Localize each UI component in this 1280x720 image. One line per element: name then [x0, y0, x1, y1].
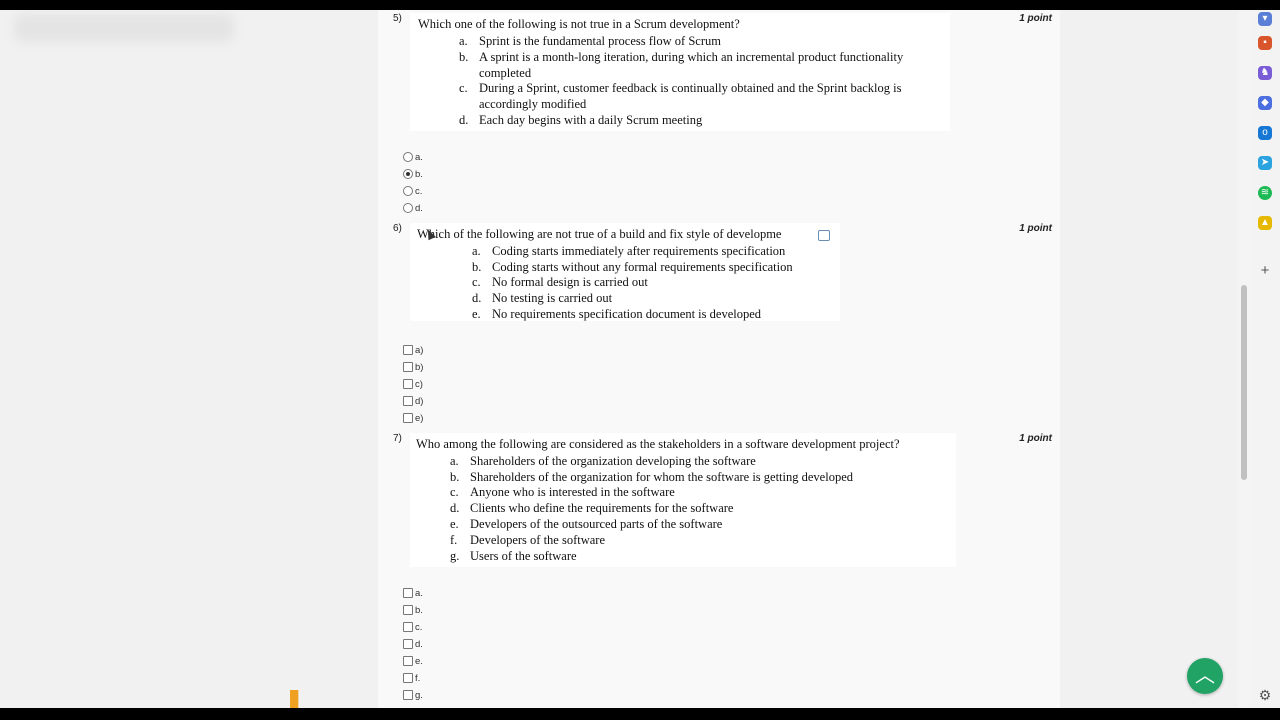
question-points: 1 point [1019, 433, 1052, 444]
checkbox[interactable] [403, 690, 413, 700]
choice-b[interactable]: b. [403, 167, 423, 181]
overlay-banner-text: L [286, 686, 314, 708]
window-bottom-bar [0, 708, 1280, 720]
add-icon[interactable]: + [1258, 263, 1272, 278]
option-b: b. Coding starts without any formal requi… [472, 260, 793, 274]
checkbox[interactable] [403, 622, 413, 632]
choice-g[interactable]: g. [403, 688, 423, 702]
radio-button[interactable] [403, 203, 413, 213]
option-c: c. During a Sprint, customer feedback is… [459, 81, 902, 111]
checkbox[interactable] [403, 413, 413, 423]
question-points: 1 point [1019, 13, 1052, 24]
option-a: a. Sprint is the fundamental process flo… [459, 34, 721, 48]
settings-icon[interactable]: ⚙ [1258, 688, 1272, 702]
option-d: d. No testing is carried out [472, 291, 613, 305]
radio-button-selected[interactable] [403, 169, 413, 179]
page-scrollbar[interactable] [1238, 10, 1250, 708]
briefcase-icon[interactable]: ▪ [1258, 36, 1272, 50]
checkbox[interactable] [403, 345, 413, 355]
chevron-up-icon: ︿ [1195, 665, 1215, 687]
spotify-icon[interactable]: ≋ [1258, 186, 1272, 200]
scrollbar-thumb[interactable] [1241, 285, 1247, 480]
question-points: 1 point [1019, 223, 1052, 234]
browser-sidebar: ▾ ▪ ♞ ◆ o ➤ ≋ ▲ + ⚙ [1250, 10, 1280, 708]
radio-button[interactable] [403, 186, 413, 196]
copilot-icon[interactable]: ◆ [1258, 96, 1272, 110]
question-number: 7) [393, 433, 402, 444]
question-text: Which one of the following is not true i… [418, 17, 740, 31]
question-text: Which of the following are not true of a… [417, 227, 782, 241]
option-d: d. Clients who define the requirements fo… [450, 501, 734, 515]
option-c: c. No formal design is carried out [472, 275, 648, 289]
checkbox[interactable] [403, 605, 413, 615]
checkbox[interactable] [403, 379, 413, 389]
choice-a[interactable]: a. [403, 586, 423, 600]
choice-c[interactable]: c. [403, 620, 422, 634]
quiz-viewport: 5) 1 point Which one of the following is… [0, 10, 1238, 708]
option-a: a. Coding starts immediately after requir… [472, 244, 786, 258]
radio-button[interactable] [403, 152, 413, 162]
question-image: Which one of the following is not true i… [410, 13, 950, 131]
question-number: 6) [393, 223, 402, 234]
option-g: g. Users of the software [450, 549, 577, 563]
question-image: Which of the following are not true of a… [410, 223, 840, 321]
choice-d[interactable]: d. [403, 201, 423, 215]
question-number: 5) [393, 13, 402, 24]
choice-c[interactable]: c) [403, 377, 423, 391]
option-e: e. Developers of the outsourced parts of … [450, 517, 723, 531]
option-a: a. Shareholders of the organization devel… [450, 454, 756, 468]
option-d: d. Each day begins with a daily Scrum me… [459, 113, 703, 127]
choice-e[interactable]: e) [403, 411, 423, 425]
checkbox[interactable] [403, 673, 413, 683]
question-image: Who among the following are considered a… [410, 433, 956, 567]
choice-d[interactable]: d) [403, 394, 423, 408]
option-c: c. Anyone who is interested in the softwa… [450, 485, 675, 499]
quiz-paper: 5) 1 point Which one of the following is… [378, 10, 1060, 708]
checkbox[interactable] [403, 362, 413, 372]
scroll-to-top-button[interactable]: ︿ [1187, 658, 1223, 694]
games-icon[interactable]: ▲ [1258, 216, 1272, 230]
checkbox[interactable] [403, 656, 413, 666]
choice-a[interactable]: a) [403, 343, 423, 357]
favorites-icon[interactable]: ▾ [1258, 12, 1272, 26]
checkbox[interactable] [403, 639, 413, 649]
choice-c[interactable]: c. [403, 184, 422, 198]
choice-a[interactable]: a. [403, 150, 423, 164]
send-icon[interactable]: ➤ [1258, 156, 1272, 170]
chess-icon[interactable]: ♞ [1258, 66, 1272, 80]
blurred-area [14, 14, 234, 42]
window-top-bar [0, 0, 1280, 10]
option-e: e. No requirements specification document… [472, 307, 762, 321]
option-b: b. Shareholders of the organization for w… [450, 470, 853, 484]
copy-icon[interactable] [818, 230, 830, 241]
checkbox[interactable] [403, 588, 413, 598]
choice-e[interactable]: e. [403, 654, 423, 668]
option-b: b. A sprint is a month-long iteration, d… [459, 50, 904, 80]
choice-b[interactable]: b. [403, 603, 423, 617]
choice-f[interactable]: f. [403, 671, 420, 685]
choice-b[interactable]: b) [403, 360, 423, 374]
checkbox[interactable] [403, 396, 413, 406]
question-text: Who among the following are considered a… [416, 437, 900, 451]
choice-d[interactable]: d. [403, 637, 423, 651]
outlook-icon[interactable]: o [1258, 126, 1272, 140]
option-f: f. Developers of the software [450, 533, 606, 547]
